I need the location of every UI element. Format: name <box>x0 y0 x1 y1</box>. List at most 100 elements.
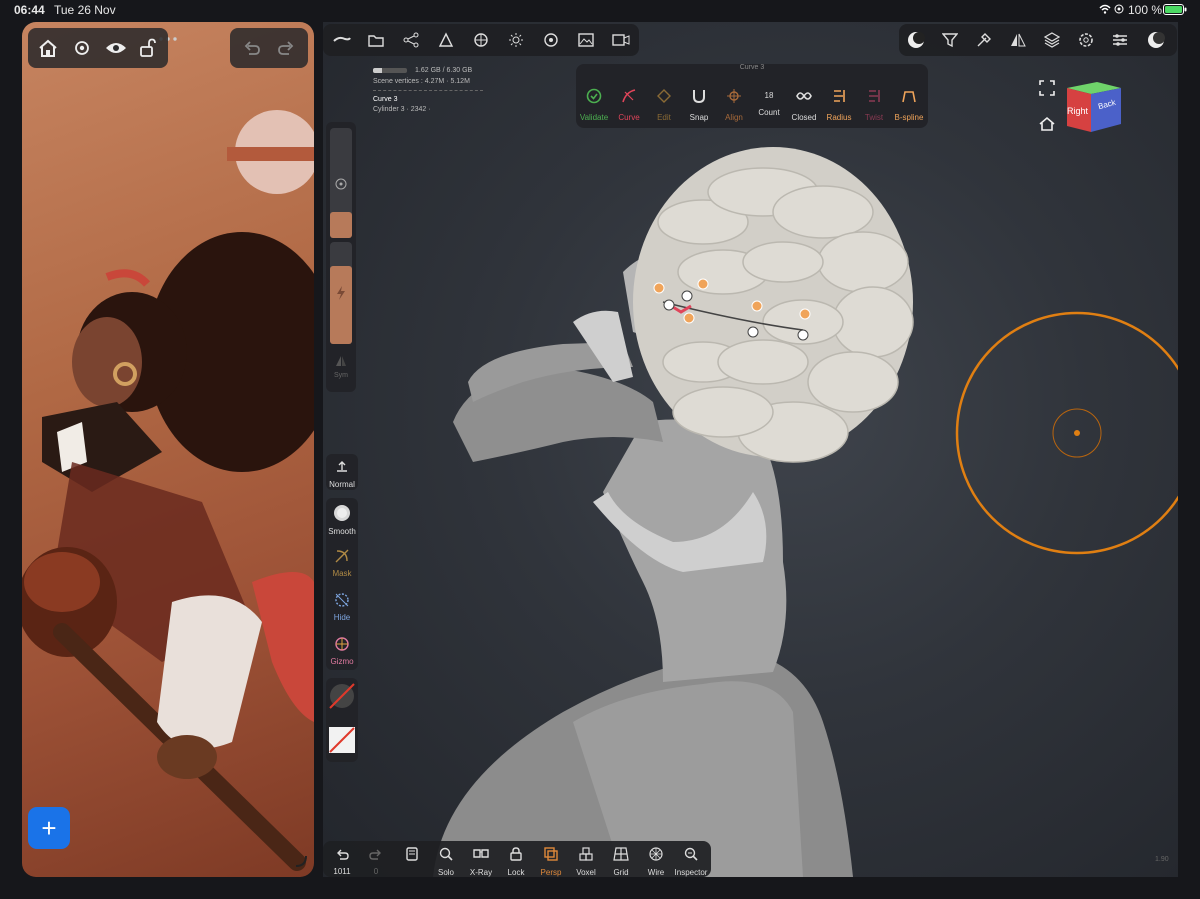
curve-icon <box>622 89 636 103</box>
grid-button[interactable]: Grid <box>604 847 638 877</box>
wire-button[interactable]: Wire <box>639 847 673 877</box>
folder-icon[interactable] <box>361 25 391 55</box>
count-label: Count <box>758 108 780 117</box>
tools-icon[interactable] <box>969 25 999 55</box>
symmetry-icon <box>336 356 346 366</box>
inspector-button[interactable]: Inspector <box>674 847 708 877</box>
align-button[interactable]: Align <box>716 88 752 122</box>
menu-icon[interactable] <box>327 25 357 55</box>
reference-image-window[interactable]: + <box>22 22 314 877</box>
material-icon[interactable] <box>466 25 496 55</box>
radius-button[interactable]: Radius <box>821 88 857 122</box>
wireframe-icon <box>649 847 663 861</box>
tool-mask[interactable]: Mask <box>324 548 360 578</box>
curve-button[interactable]: Curve <box>611 88 647 122</box>
lightning-icon <box>337 286 345 300</box>
undo-icon <box>337 849 349 860</box>
sym-label: Sym <box>334 372 348 379</box>
infinity-icon <box>796 92 812 100</box>
unlock-icon[interactable] <box>134 34 162 62</box>
curve-panel: Curve 3 Validate Curve Edit Snap Align 1… <box>576 64 928 128</box>
symmetry-icon[interactable] <box>1003 25 1033 55</box>
tool-smooth[interactable]: Smooth <box>324 504 360 536</box>
3d-viewport[interactable]: 1.62 GB / 6.30 GB Scene vertices : 4.27M… <box>323 22 1178 877</box>
reference-illustration <box>22 110 314 871</box>
xray-button[interactable]: X-Ray <box>464 847 498 877</box>
bspline-button[interactable]: B-spline <box>891 88 927 122</box>
moon-icon[interactable] <box>901 25 931 55</box>
background-icon[interactable] <box>571 25 601 55</box>
xray-label: X-Ray <box>469 868 493 877</box>
undo-button[interactable]: 1011 <box>325 847 359 876</box>
sun-icon[interactable] <box>501 25 531 55</box>
scene-item-cylinder[interactable]: Cylinder 3 · 2342 · <box>373 106 493 113</box>
color-swatch[interactable] <box>328 726 356 754</box>
layers-icon[interactable] <box>1037 25 1067 55</box>
wire-label: Wire <box>647 868 665 877</box>
intensity-slider-fill <box>330 266 352 344</box>
lock-label: Lock <box>507 868 525 877</box>
tool-hide[interactable]: Hide <box>324 592 360 622</box>
mobile-menu-button[interactable] <box>395 847 429 866</box>
postprocess-icon[interactable] <box>536 25 566 55</box>
status-bar: 06:44 Tue 26 Nov 100 % <box>0 0 1200 20</box>
twist-label: Twist <box>864 113 884 122</box>
validate-label: Validate <box>579 113 609 122</box>
magnet-icon <box>693 90 705 104</box>
persp-button[interactable]: Persp <box>534 847 568 877</box>
radius-slider-fill <box>330 212 352 238</box>
redo-button[interactable]: 0 <box>359 847 393 876</box>
closed-label: Closed <box>791 113 817 122</box>
radius-slider[interactable] <box>330 128 352 238</box>
hide-icon <box>335 593 349 607</box>
intensity-slider[interactable] <box>330 242 352 344</box>
scene-graph-icon[interactable] <box>396 25 426 55</box>
undo-icon[interactable] <box>238 34 266 62</box>
tool-gizmo[interactable]: Gizmo <box>324 636 360 666</box>
mask-icon <box>335 549 349 563</box>
matcap-icon[interactable] <box>1141 25 1171 55</box>
sliders-icon[interactable] <box>1105 25 1135 55</box>
home-view-icon[interactable] <box>1039 116 1057 134</box>
vertices-label: Scene vertices : <box>373 78 423 85</box>
redo-icon[interactable] <box>272 34 300 62</box>
device-icon <box>406 847 418 861</box>
tool-column: Smooth Mask Hide Gizmo <box>326 498 358 670</box>
count-button[interactable]: 18 Count <box>751 88 787 117</box>
home-icon[interactable] <box>34 34 62 62</box>
radius-icon <box>834 90 845 102</box>
tool-smooth-label: Smooth <box>328 527 356 536</box>
material-swatch[interactable] <box>328 682 356 710</box>
sym-toggle[interactable]: Sym <box>330 354 352 379</box>
count-value: 18 <box>764 91 774 100</box>
validate-button[interactable]: Validate <box>576 88 612 122</box>
filter-icon[interactable] <box>935 25 965 55</box>
check-circle-icon <box>586 88 602 104</box>
snap-button[interactable]: Snap <box>681 88 717 122</box>
tool-normal[interactable]: Normal <box>326 454 358 490</box>
align-label: Align <box>725 113 743 122</box>
settings-icon[interactable] <box>1071 25 1101 55</box>
fullscreen-icon[interactable] <box>1039 80 1057 98</box>
resize-handle-icon[interactable] <box>294 854 308 868</box>
twist-button[interactable]: Twist <box>856 88 892 122</box>
lock-button[interactable]: Lock <box>499 847 533 877</box>
scene-item-curve[interactable]: Curve 3 <box>373 96 493 103</box>
solo-button[interactable]: Solo <box>429 847 463 877</box>
voxel-label: Voxel <box>576 868 596 877</box>
memory-usage: 1.62 GB / 6.30 GB <box>415 67 473 74</box>
top-toolbar-left <box>323 24 639 56</box>
add-reference-button[interactable]: + <box>28 807 70 849</box>
radius-label: Radius <box>826 113 852 122</box>
perspective-icon <box>544 847 558 861</box>
tool-mask-label: Mask <box>332 569 352 578</box>
video-icon[interactable] <box>606 25 636 55</box>
edit-button[interactable]: Edit <box>646 88 682 122</box>
view-cube[interactable]: Right Back <box>1063 80 1125 134</box>
xray-icon <box>473 849 489 858</box>
settings-icon[interactable] <box>68 34 96 62</box>
voxel-button[interactable]: Voxel <box>569 847 603 877</box>
paint-icon[interactable] <box>431 25 461 55</box>
eye-icon[interactable] <box>102 34 130 62</box>
closed-button[interactable]: Closed <box>786 88 822 122</box>
